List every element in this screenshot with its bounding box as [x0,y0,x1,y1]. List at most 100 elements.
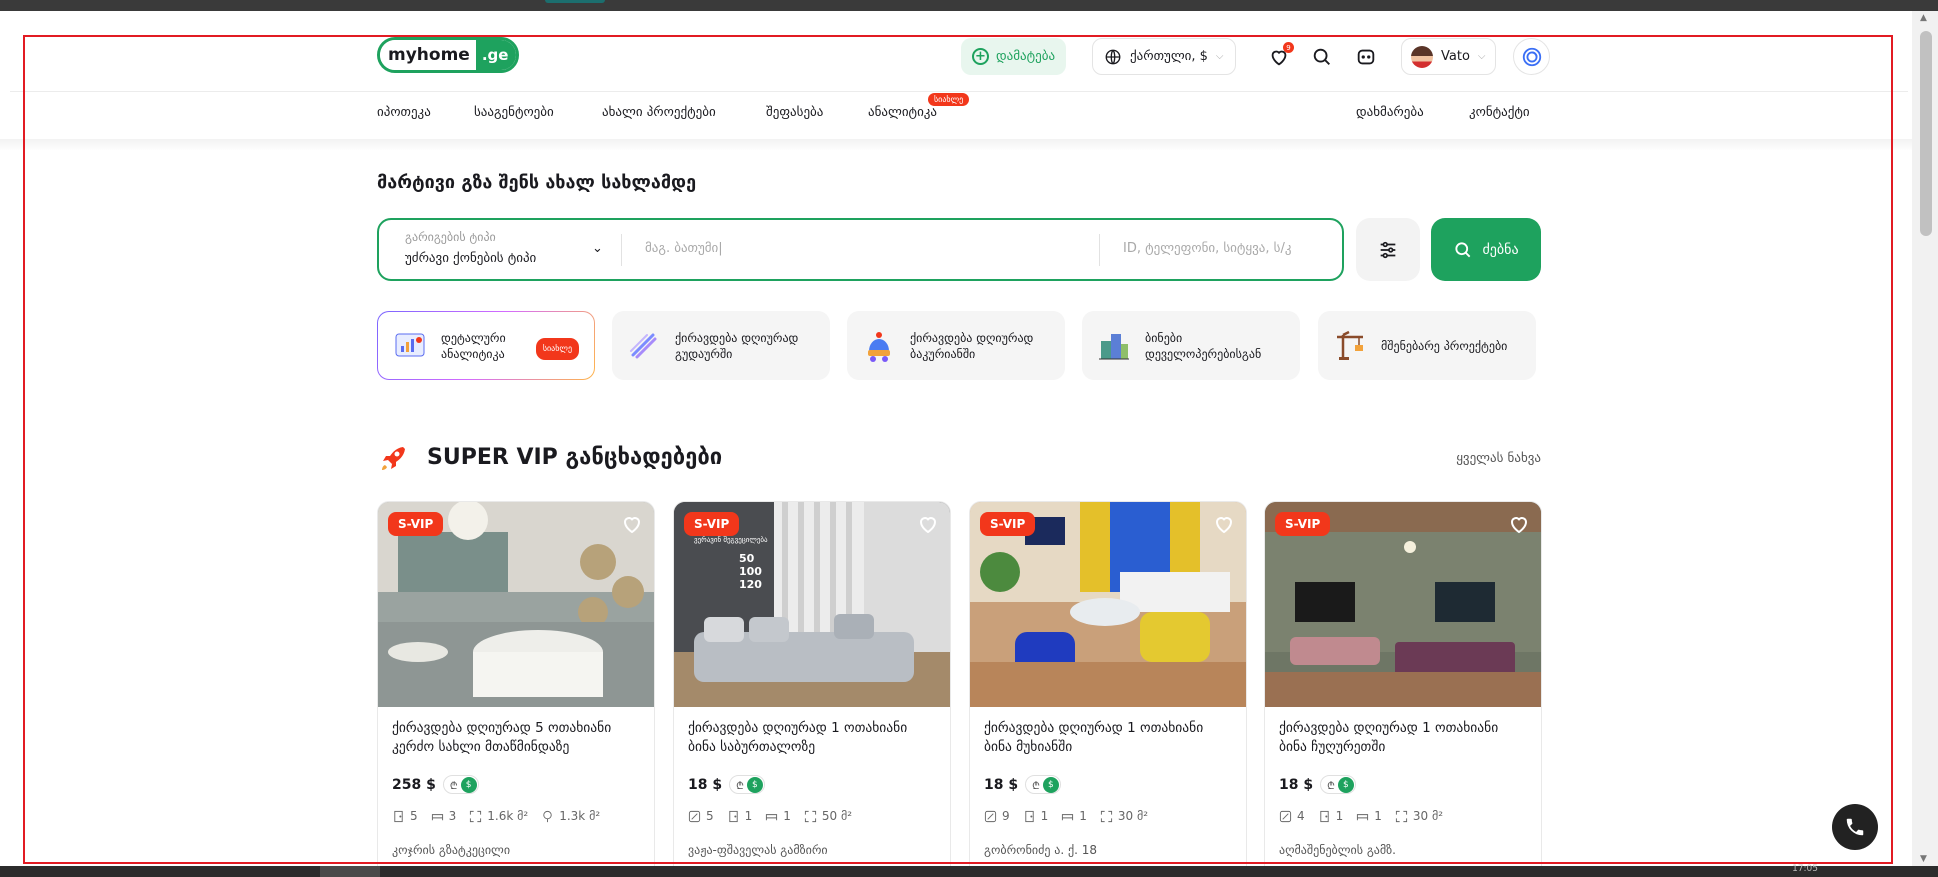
listing-address: კოჯრის გზატკეცილი [392,843,511,857]
price-value: 18 $ [688,776,723,793]
nav-item-help[interactable]: დახმარება [1356,105,1424,120]
svip-badge: S-VIP [388,512,444,536]
gel-icon: ₾ [736,780,744,792]
target-ring-icon [1522,47,1541,66]
ski-icon [630,333,657,358]
call-button[interactable] [1832,804,1878,850]
nav-item-agencies[interactable]: სააგენტოები [474,105,554,120]
taskbar-item[interactable] [320,866,380,877]
site-logo[interactable]: myhome .ge [377,37,520,73]
search-button[interactable] [1310,45,1334,69]
listing-card[interactable]: S-VIP ქირავდება დღიურად 1 ოთახიანი ბინა … [1264,501,1542,866]
id-search-input[interactable]: ID, ტელეფონი, სიტყვა, ს/კ [1123,241,1291,256]
listing-title: ქირავდება დღიურად 1 ოთახიანი ბინა ჩუღურე… [1279,720,1499,755]
favorites-button[interactable]: 9 [1267,42,1294,69]
listing-title: ქირავდება დღიურად 1 ოთახიანი ბინა საბურთ… [688,720,908,755]
price-value: 18 $ [984,776,1019,793]
currency-toggle[interactable]: ₾ $ [442,775,479,794]
nav-divider [0,139,1912,151]
rocket-icon [382,447,405,470]
scroll-up-icon[interactable]: ▲ [1920,13,1927,23]
svip-badge: S-VIP [684,512,740,536]
site-header: myhome .ge + დამატება ქართული, $ ⌵ 9 Vat… [10,22,1908,92]
listing-address: აღმაშენებლის გამზ. [1279,843,1396,857]
see-all-link[interactable]: ყველას ნახვა [1456,451,1541,466]
quick-link-bakuriani[interactable]: ქირავდება დღიურად ბაკურიანში [847,311,1065,380]
spec-value: 50 მ² [821,809,853,823]
spec-floor: 5 [688,809,714,823]
quick-link-label-line: გუდაურში [675,346,733,361]
search-submit-button[interactable]: ძებნა [1431,218,1541,281]
quick-link-label: მშენებარე პროექტები [1381,338,1507,354]
heart-icon[interactable] [1212,512,1236,536]
search-bar: გარიგების ტიპი უძრავი ქონების ტიპი ⌄ მაგ… [377,218,1344,281]
user-menu[interactable]: Vato ⌵ [1401,38,1496,75]
photo-number: 120 [739,578,762,591]
property-type-label: გარიგების ტიპი [405,230,496,244]
chevron-down-icon: ⌵ [1477,51,1486,62]
spec-value: 5 [706,809,714,823]
nav-item-contact[interactable]: კონტაქტი [1469,105,1530,120]
currency-toggle[interactable]: ₾ $ [1025,775,1061,794]
spec-value: 30 მ² [1412,809,1444,823]
nav-item-analytics[interactable]: ანალიტიკა [868,105,937,120]
quick-link-label-line: ბინები [1145,330,1183,345]
logo-text: myhome [380,40,476,70]
listing-specs: 4 1 1 30 მ² [1279,809,1443,823]
spec-rooms: 1 [1318,809,1343,823]
profile-ring-button[interactable] [1513,38,1550,75]
new-badge: სიახლე [535,338,579,360]
photo-number: 50 [739,552,755,565]
chat-icon [1357,49,1375,65]
tree-icon [543,810,552,822]
crane-icon [1337,330,1363,360]
usd-icon: $ [1337,776,1354,793]
spec-value: 30 მ² [1117,809,1149,823]
area-icon [804,810,816,822]
active-tab-indicator[interactable] [545,0,605,3]
door-icon [1024,810,1034,822]
quick-link-label: ქირავდება დღიურად ბაკურიანში [910,330,1033,362]
listing-specs: 9 1 1 30 მ² [984,809,1148,823]
heart-icon[interactable] [916,512,940,536]
nav-item-mortgage[interactable]: იპოთეკა [377,105,431,120]
listing-card[interactable]: ვერავინ შეგვეცილება 50 100 120 S-VIP ქირ… [673,501,951,866]
scrollbar-thumb[interactable] [1920,31,1932,236]
spec-value: 1 [1079,809,1087,823]
listing-card[interactable]: S-VIP ქირავდება დღიურად 1 ოთახიანი ბინა … [969,501,1247,866]
heart-icon[interactable] [620,512,644,536]
property-type-select[interactable]: გარიგების ტიპი უძრავი ქონების ტიპი ⌄ [379,220,619,279]
spec-value: 1 [1374,809,1382,823]
photo-sign-text: ვერავინ შეგვეცილება [694,535,768,544]
bed-icon [431,813,443,820]
language-currency-select[interactable]: ქართული, $ ⌵ [1092,38,1236,75]
floor-icon [1279,810,1292,822]
heart-icon[interactable] [1507,512,1531,536]
buildings-icon [1099,333,1129,359]
svip-badge: S-VIP [1275,512,1331,536]
quick-link-gudauri[interactable]: ქირავდება დღიურად გუდაურში [612,311,830,380]
spec-area: 1.6k მ² [469,809,528,823]
quick-link-label-line: ბაკურიანში [910,346,976,361]
messages-button[interactable] [1354,45,1378,69]
vertical-scrollbar[interactable]: ▲ ▼ [1912,11,1938,866]
scroll-down-icon[interactable]: ▼ [1920,854,1927,864]
spec-bedrooms: 3 [431,809,456,823]
listing-specs: 5 3 1.6k მ² 1.3k მ² [392,809,600,823]
currency-toggle[interactable]: ₾ $ [729,775,765,794]
listing-specs: 5 1 1 50 მ² [688,809,852,823]
currency-toggle[interactable]: ₾ $ [1320,775,1356,794]
nav-item-valuation[interactable]: შეფასება [766,105,823,120]
quick-link-under-construction[interactable]: მშენებარე პროექტები [1318,311,1536,380]
listing-card[interactable]: S-VIP ქირავდება დღიურად 5 ოთახიანი კერძო… [377,501,655,866]
quick-link-label-line: დეტალური [441,330,506,345]
spec-area: 30 მ² [1100,809,1148,823]
quick-link-analytics[interactable]: დეტალური ანალიტიკა სიახლე [377,311,595,380]
price-value: 258 $ [392,776,436,793]
add-listing-button[interactable]: + დამატება [961,38,1067,75]
area-icon [1100,810,1112,822]
location-input[interactable]: მაგ. ბათუმი| [645,241,723,256]
nav-item-new-projects[interactable]: ახალი პროექტები [602,105,716,120]
filters-button[interactable] [1356,218,1420,281]
quick-link-developers[interactable]: ბინები დეველოპერებისგან [1082,311,1300,380]
